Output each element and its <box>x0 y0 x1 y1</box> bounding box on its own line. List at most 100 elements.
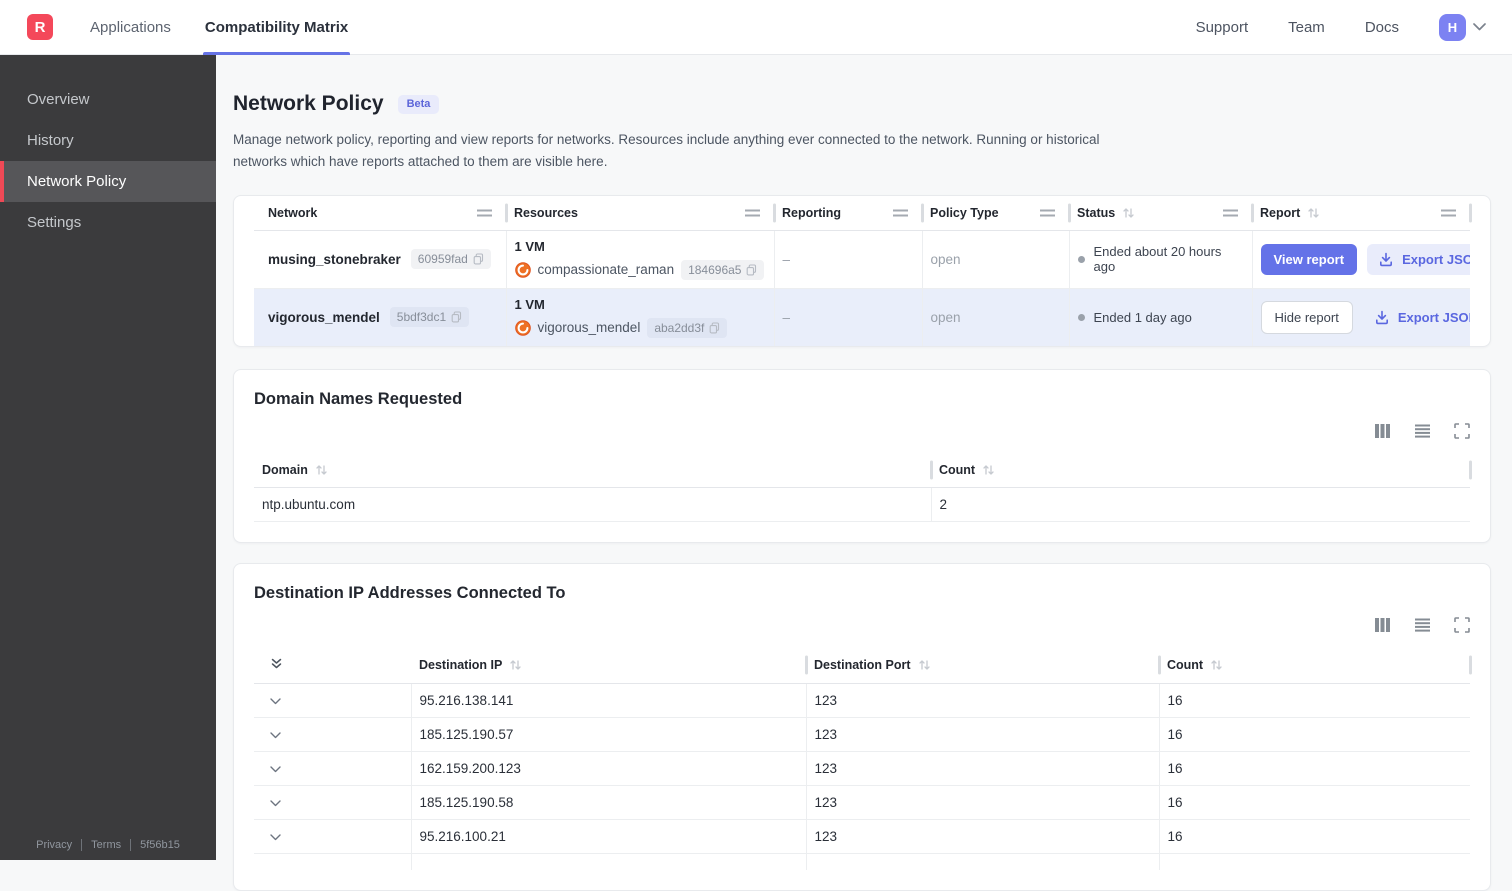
sidebar-item-settings[interactable]: Settings <box>0 202 216 243</box>
column-header-resources[interactable]: Resources <box>506 196 774 231</box>
fullscreen-icon[interactable] <box>1454 423 1470 439</box>
brand-logo[interactable]: R <box>27 14 53 40</box>
nav-link-docs[interactable]: Docs <box>1365 19 1399 36</box>
sort-icon[interactable] <box>509 659 522 671</box>
expand-all-header[interactable] <box>254 647 411 684</box>
column-header-destination-port[interactable]: Destination Port <box>806 647 1159 684</box>
sort-icon[interactable] <box>1122 207 1135 219</box>
column-resize-handle-icon[interactable] <box>1441 209 1456 216</box>
column-header-network[interactable]: Network <box>254 196 506 231</box>
chevron-down-icon[interactable] <box>270 698 281 705</box>
sort-icon[interactable] <box>982 464 995 476</box>
chevron-down-icon[interactable] <box>270 732 281 739</box>
domains-table: Domain Count ntp.ubuntu.com <box>254 453 1470 522</box>
sort-icon[interactable] <box>1210 659 1223 671</box>
domains-header-row: Domain Count <box>254 453 1470 488</box>
column-header-reporting[interactable]: Reporting <box>774 196 922 231</box>
destination-ip-value: 185.125.190.58 <box>411 785 806 819</box>
destination-port-value: 123 <box>806 751 1159 785</box>
reporting-value: – <box>783 252 791 267</box>
column-divider[interactable] <box>1158 655 1161 674</box>
user-menu[interactable]: H <box>1439 14 1486 41</box>
column-divider[interactable] <box>1469 655 1472 674</box>
status-dot-icon <box>1078 256 1085 263</box>
column-resize-handle-icon[interactable] <box>477 209 492 216</box>
nav-link-team[interactable]: Team <box>1288 19 1325 36</box>
rows-icon[interactable] <box>1414 423 1431 439</box>
destination-row[interactable]: 95.216.100.21 123 16 <box>254 819 1470 853</box>
primary-tabs: Applications Compatibility Matrix <box>90 0 348 55</box>
domain-row[interactable]: ntp.ubuntu.com 2 <box>254 487 1470 521</box>
column-divider[interactable] <box>930 460 933 479</box>
network-id-pill[interactable]: 5bdf3dc1 <box>390 307 469 327</box>
export-json-button[interactable]: Export JSON <box>1363 302 1470 333</box>
network-row[interactable]: musing_stonebraker 60959fad 1 VM compass… <box>254 230 1470 288</box>
sort-icon[interactable] <box>918 659 931 671</box>
copy-icon[interactable] <box>451 311 462 323</box>
avatar[interactable]: H <box>1439 14 1466 41</box>
resource-id-pill[interactable]: 184696a5 <box>681 260 764 280</box>
destination-port-value: 123 <box>806 717 1159 751</box>
column-header-report[interactable]: Report <box>1252 196 1470 231</box>
export-json-button[interactable]: Export JSON <box>1367 244 1470 275</box>
column-divider[interactable] <box>1251 203 1254 222</box>
privacy-link[interactable]: Privacy <box>36 839 72 851</box>
column-divider[interactable] <box>921 203 924 222</box>
column-resize-handle-icon[interactable] <box>893 209 908 216</box>
vm-resource-icon <box>515 262 531 278</box>
copy-icon[interactable] <box>746 264 757 276</box>
column-divider[interactable] <box>1068 203 1071 222</box>
sidebar-item-overview[interactable]: Overview <box>0 79 216 120</box>
double-chevron-down-icon[interactable] <box>270 657 283 670</box>
column-resize-handle-icon[interactable] <box>1040 209 1055 216</box>
nav-link-support[interactable]: Support <box>1196 19 1249 36</box>
hide-report-button[interactable]: Hide report <box>1261 301 1353 334</box>
column-divider[interactable] <box>805 655 808 674</box>
view-report-button[interactable]: View report <box>1261 244 1358 275</box>
destination-ip-value: 185.125.190.57 <box>411 717 806 751</box>
tab-applications[interactable]: Applications <box>90 0 171 55</box>
resource-id-pill[interactable]: aba2dd3f <box>647 318 727 338</box>
fullscreen-icon[interactable] <box>1454 617 1470 633</box>
chevron-down-icon[interactable] <box>270 766 281 773</box>
column-header-destination-ip[interactable]: Destination IP <box>411 647 806 684</box>
column-header-status[interactable]: Status <box>1069 196 1252 231</box>
destination-row[interactable]: 162.159.200.123 123 16 <box>254 751 1470 785</box>
column-header-count[interactable]: Count <box>931 453 1470 488</box>
network-id-pill[interactable]: 60959fad <box>411 249 491 269</box>
column-header-domain[interactable]: Domain <box>254 453 931 488</box>
sort-icon[interactable] <box>1307 207 1320 219</box>
column-resize-handle-icon[interactable] <box>1223 209 1238 216</box>
network-row[interactable]: vigorous_mendel 5bdf3dc1 1 VM vigorous_m… <box>254 288 1470 346</box>
vm-resource-icon <box>515 320 531 336</box>
column-divider[interactable] <box>773 203 776 222</box>
column-resize-handle-icon[interactable] <box>745 209 760 216</box>
tab-compatibility-matrix[interactable]: Compatibility Matrix <box>205 0 348 55</box>
columns-icon[interactable] <box>1374 617 1391 633</box>
chevron-down-icon[interactable] <box>270 800 281 807</box>
destination-row[interactable]: 95.216.138.141 123 16 <box>254 683 1470 717</box>
copy-icon[interactable] <box>709 322 720 334</box>
column-divider[interactable] <box>1469 203 1472 222</box>
chevron-down-icon[interactable] <box>270 834 281 841</box>
sidebar-item-history[interactable]: History <box>0 120 216 161</box>
resource-name[interactable]: compassionate_raman <box>538 262 675 277</box>
sidebar: Overview History Network Policy Settings… <box>0 55 216 860</box>
columns-icon[interactable] <box>1374 423 1391 439</box>
domain-value: ntp.ubuntu.com <box>254 487 931 521</box>
column-header-count[interactable]: Count <box>1159 647 1470 684</box>
column-divider[interactable] <box>1469 460 1472 479</box>
sidebar-item-network-policy[interactable]: Network Policy <box>0 161 216 202</box>
destination-row[interactable]: 185.125.190.58 123 16 <box>254 785 1470 819</box>
rows-icon[interactable] <box>1414 617 1431 633</box>
terms-link[interactable]: Terms <box>91 839 121 851</box>
sort-icon[interactable] <box>315 464 328 476</box>
resource-name[interactable]: vigorous_mendel <box>538 320 641 335</box>
column-divider[interactable] <box>505 203 508 222</box>
column-header-policy-type[interactable]: Policy Type <box>922 196 1069 231</box>
destination-row[interactable]: 185.125.190.57 123 16 <box>254 717 1470 751</box>
status-text: Ended 1 day ago <box>1094 310 1192 325</box>
sidebar-footer: Privacy Terms 5f56b15 <box>0 839 216 851</box>
copy-icon[interactable] <box>473 253 484 265</box>
card-title: Destination IP Addresses Connected To <box>254 584 1470 603</box>
